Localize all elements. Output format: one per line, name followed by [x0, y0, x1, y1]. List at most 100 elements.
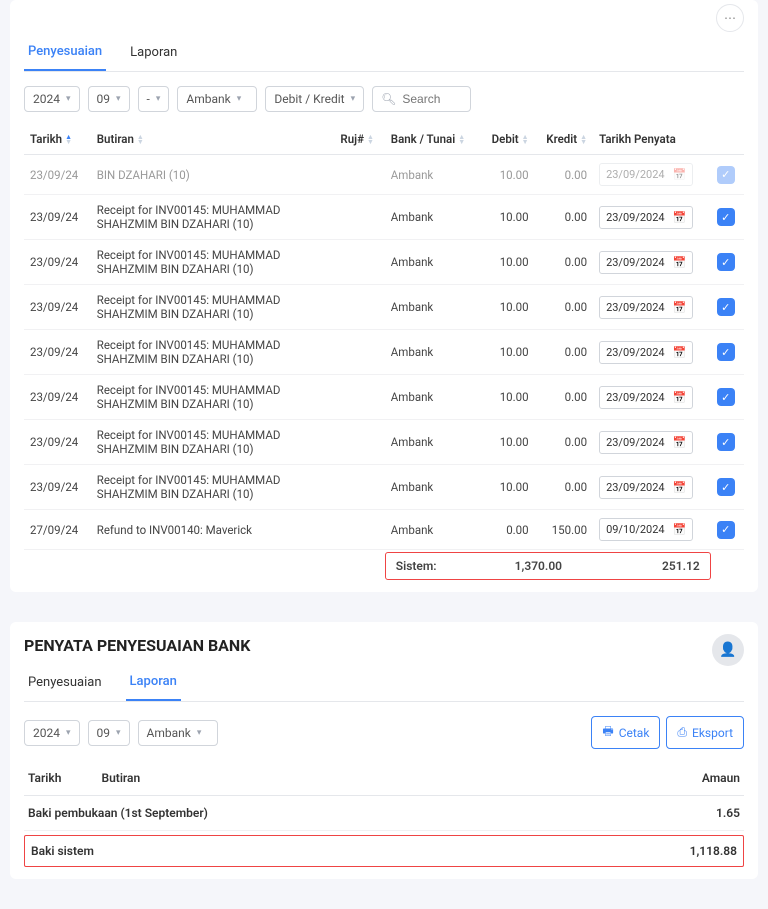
report-butiran: Baki pembukaan (1st September): [28, 806, 208, 820]
calendar-icon: 📅: [673, 346, 687, 359]
cell-butiran: Receipt for INV00145: MUHAMMAD SHAHZMIM …: [91, 465, 335, 510]
cell-kredit: 0.00: [535, 195, 593, 240]
cell-kredit: 0.00: [535, 420, 593, 465]
cell-tarikh: 23/09/24: [24, 285, 91, 330]
col-ruj[interactable]: Ruj#▲▼: [334, 124, 384, 155]
cell-penyata: 23/09/2024 📅: [593, 330, 711, 375]
cell-debit: 10.00: [480, 375, 534, 420]
avatar[interactable]: 👤: [712, 634, 744, 666]
cell-penyata: 23/09/2024 📅: [593, 420, 711, 465]
report-row: Baki sistem1,118.88: [24, 835, 744, 867]
col-tarikh[interactable]: Tarikh▲▼: [24, 124, 91, 155]
month-select[interactable]: 09▾: [88, 86, 130, 112]
cell-tarikh: 27/09/24: [24, 510, 91, 550]
search-input[interactable]: [402, 92, 462, 106]
cell-ruj: [334, 465, 384, 510]
calendar-icon: 📅: [673, 256, 687, 269]
date-input[interactable]: 23/09/2024 📅: [599, 163, 693, 186]
totals-label: Sistem:: [386, 559, 466, 573]
cell-tarikh: 23/09/24: [24, 195, 91, 240]
chevron-down-icon: ▾: [66, 94, 71, 104]
date-input[interactable]: 23/09/2024 📅: [599, 386, 693, 409]
checkbox[interactable]: ✓: [717, 343, 735, 361]
tab-laporan-2[interactable]: Laporan: [126, 666, 181, 701]
checkbox[interactable]: ✓: [717, 478, 735, 496]
date-input[interactable]: 23/09/2024 📅: [599, 341, 693, 364]
col-debit[interactable]: Debit▲▼: [480, 124, 534, 155]
filter-bar-2: 2024▾ 09▾ Ambank▾ 🖶Cetak ⎙Eksport: [24, 716, 744, 749]
bank-select[interactable]: Ambank▾: [177, 86, 257, 112]
cell-penyata: 23/09/2024 📅: [593, 375, 711, 420]
cell-kredit: 0.00: [535, 285, 593, 330]
cell-kredit: 0.00: [535, 330, 593, 375]
table-row: 23/09/24Receipt for INV00145: MUHAMMAD S…: [24, 195, 744, 240]
search-box[interactable]: 🔍︎: [372, 86, 471, 112]
col-amaun: Amaun: [702, 771, 740, 785]
cell-check: ✓: [711, 375, 744, 420]
checkbox[interactable]: ✓: [717, 166, 735, 184]
chevron-down-icon: ▾: [66, 728, 71, 738]
filter-bar: 2024▾ 09▾ -▾ Ambank▾ Debit / Kredit▾ 🔍︎: [24, 86, 744, 112]
tab-penyesuaian[interactable]: Penyesuaian: [24, 36, 106, 71]
col-kredit[interactable]: Kredit▲▼: [535, 124, 593, 155]
chevron-down-icon: ▾: [156, 94, 161, 104]
cell-ruj: [334, 155, 384, 195]
bank-value-2: Ambank: [147, 726, 191, 740]
transactions-table: Tarikh▲▼ Butiran▲▼ Ruj#▲▼ Bank / Tunai▲▼…: [24, 124, 744, 580]
checkbox[interactable]: ✓: [717, 253, 735, 271]
cell-penyata: 09/10/2024 📅: [593, 510, 711, 550]
cell-debit: 10.00: [480, 465, 534, 510]
date-input[interactable]: 23/09/2024 📅: [599, 476, 693, 499]
bank-select-2[interactable]: Ambank▾: [138, 720, 218, 746]
calendar-icon: 📅: [673, 391, 687, 404]
report-header-row: Tarikh Butiran Amaun: [24, 761, 744, 796]
cell-debit: 10.00: [480, 155, 534, 195]
col-banktunai[interactable]: Bank / Tunai▲▼: [385, 124, 481, 155]
date-input[interactable]: 23/09/2024 📅: [599, 431, 693, 454]
date-input[interactable]: 23/09/2024 📅: [599, 206, 693, 229]
date-input[interactable]: 09/10/2024 📅: [599, 518, 693, 541]
cell-debit: 10.00: [480, 285, 534, 330]
cell-ruj: [334, 240, 384, 285]
tab-laporan[interactable]: Laporan: [126, 37, 181, 70]
print-label: Cetak: [619, 726, 650, 740]
export-label: Eksport: [692, 726, 733, 740]
date-input[interactable]: 23/09/2024 📅: [599, 296, 693, 319]
cell-butiran: Receipt for INV00145: MUHAMMAD SHAHZMIM …: [91, 195, 335, 240]
checkbox[interactable]: ✓: [717, 298, 735, 316]
month-select-2[interactable]: 09▾: [88, 720, 130, 746]
dash-select[interactable]: -▾: [138, 86, 170, 112]
col-butiran[interactable]: Butiran▲▼: [91, 124, 335, 155]
sort-icon: ▲▼: [522, 135, 529, 145]
sort-icon: ▲▼: [137, 135, 144, 145]
chevron-down-icon: ▾: [116, 94, 121, 104]
cell-bank: Ambank: [385, 155, 481, 195]
sort-icon: ▲▼: [65, 135, 72, 145]
calendar-icon: 📅: [673, 436, 687, 449]
table-row: 23/09/24BIN DZAHARI (10)Ambank10.000.002…: [24, 155, 744, 195]
checkbox[interactable]: ✓: [717, 433, 735, 451]
date-input[interactable]: 23/09/2024 📅: [599, 251, 693, 274]
year-select[interactable]: 2024▾: [24, 86, 80, 112]
cell-check: ✓: [711, 195, 744, 240]
cell-tarikh: 23/09/24: [24, 375, 91, 420]
year-select-2[interactable]: 2024▾: [24, 720, 80, 746]
debitkredit-select[interactable]: Debit / Kredit▾: [265, 86, 364, 112]
export-button[interactable]: ⎙Eksport: [666, 716, 744, 749]
tab-penyesuaian-2[interactable]: Penyesuaian: [24, 667, 106, 700]
cell-check: ✓: [711, 465, 744, 510]
sort-icon: ▲▼: [367, 135, 374, 145]
report-row: Baki pembukaan (1st September) 1.65: [24, 796, 744, 831]
report-amaun: 1.65: [716, 806, 740, 820]
checkbox[interactable]: ✓: [717, 208, 735, 226]
more-icon[interactable]: ⋯: [716, 4, 744, 32]
chevron-down-icon: ▾: [237, 94, 242, 104]
checkbox[interactable]: ✓: [717, 388, 735, 406]
cell-butiran: Receipt for INV00145: MUHAMMAD SHAHZMIM …: [91, 330, 335, 375]
cell-penyata: 23/09/2024 📅: [593, 465, 711, 510]
print-button[interactable]: 🖶Cetak: [591, 716, 660, 749]
cell-kredit: 0.00: [535, 240, 593, 285]
checkbox[interactable]: ✓: [717, 521, 735, 539]
cell-butiran: Receipt for INV00145: MUHAMMAD SHAHZMIM …: [91, 420, 335, 465]
cell-penyata: 23/09/2024 📅: [593, 195, 711, 240]
